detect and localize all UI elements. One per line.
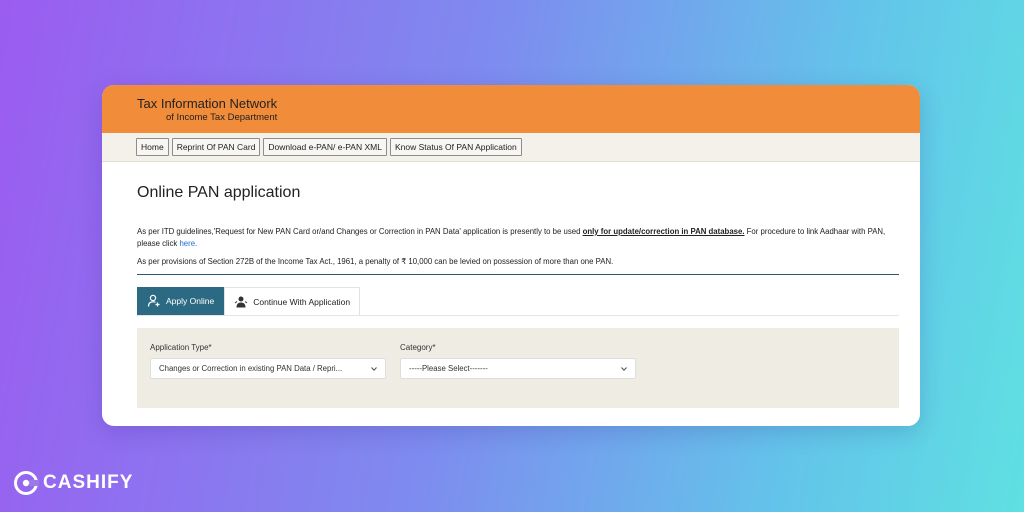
penalty-paragraph: As per provisions of Section 272B of the…: [137, 257, 614, 266]
application-type-select[interactable]: Changes or Correction in existing PAN Da…: [150, 358, 386, 379]
tab-continue-application[interactable]: Continue With Application: [224, 287, 361, 315]
user-add-icon: [147, 294, 160, 307]
tab-apply-online-label: Apply Online: [166, 296, 215, 306]
application-form-panel: Application Type* Changes or Correction …: [137, 328, 899, 408]
nav-download-epan-button[interactable]: Download e-PAN/ e-PAN XML: [263, 138, 387, 156]
application-type-label: Application Type*: [150, 343, 212, 352]
page-title: Online PAN application: [137, 184, 301, 201]
divider: [137, 274, 899, 275]
category-label: Category*: [400, 343, 436, 352]
pan-application-window: Tax Information Network of Income Tax De…: [102, 85, 920, 426]
tab-continue-application-label: Continue With Application: [253, 296, 351, 307]
aadhaar-link[interactable]: here.: [179, 239, 197, 248]
tab-bar: Apply Online Continue With Application: [137, 287, 899, 316]
cashify-logo-text: CASHIFY: [43, 472, 134, 493]
site-subtitle: of Income Tax Department: [166, 112, 278, 123]
nav-home-button[interactable]: Home: [136, 138, 169, 156]
cashify-logo: CASHIFY: [13, 470, 133, 496]
site-header: Tax Information Network of Income Tax De…: [102, 85, 920, 133]
application-type-value: Changes or Correction in existing PAN Da…: [159, 364, 343, 373]
cashify-logo-icon: [14, 471, 39, 495]
site-title: Tax Information Network: [137, 96, 278, 111]
nav-bar: Home Reprint Of PAN Card Download e-PAN/…: [102, 133, 920, 162]
guidelines-paragraph: As per ITD guidelines,'Request for New P…: [137, 226, 899, 250]
person-continue-icon: [234, 296, 248, 307]
nav-reprint-pan-button[interactable]: Reprint Of PAN Card: [171, 138, 261, 156]
nav-know-status-button[interactable]: Know Status Of PAN Application: [389, 138, 522, 156]
category-value: -----Please Select-------: [409, 364, 488, 373]
chevron-down-icon: [371, 367, 377, 372]
chevron-down-icon: [621, 367, 627, 372]
guidelines-text-start: As per ITD guidelines,'Request for New P…: [137, 227, 583, 236]
guidelines-emphasis: only for update/correction in PAN databa…: [582, 227, 745, 236]
category-select[interactable]: -----Please Select-------: [400, 358, 636, 379]
tab-apply-online[interactable]: Apply Online: [137, 287, 225, 315]
main-content: Online PAN application As per ITD guidel…: [102, 184, 920, 408]
